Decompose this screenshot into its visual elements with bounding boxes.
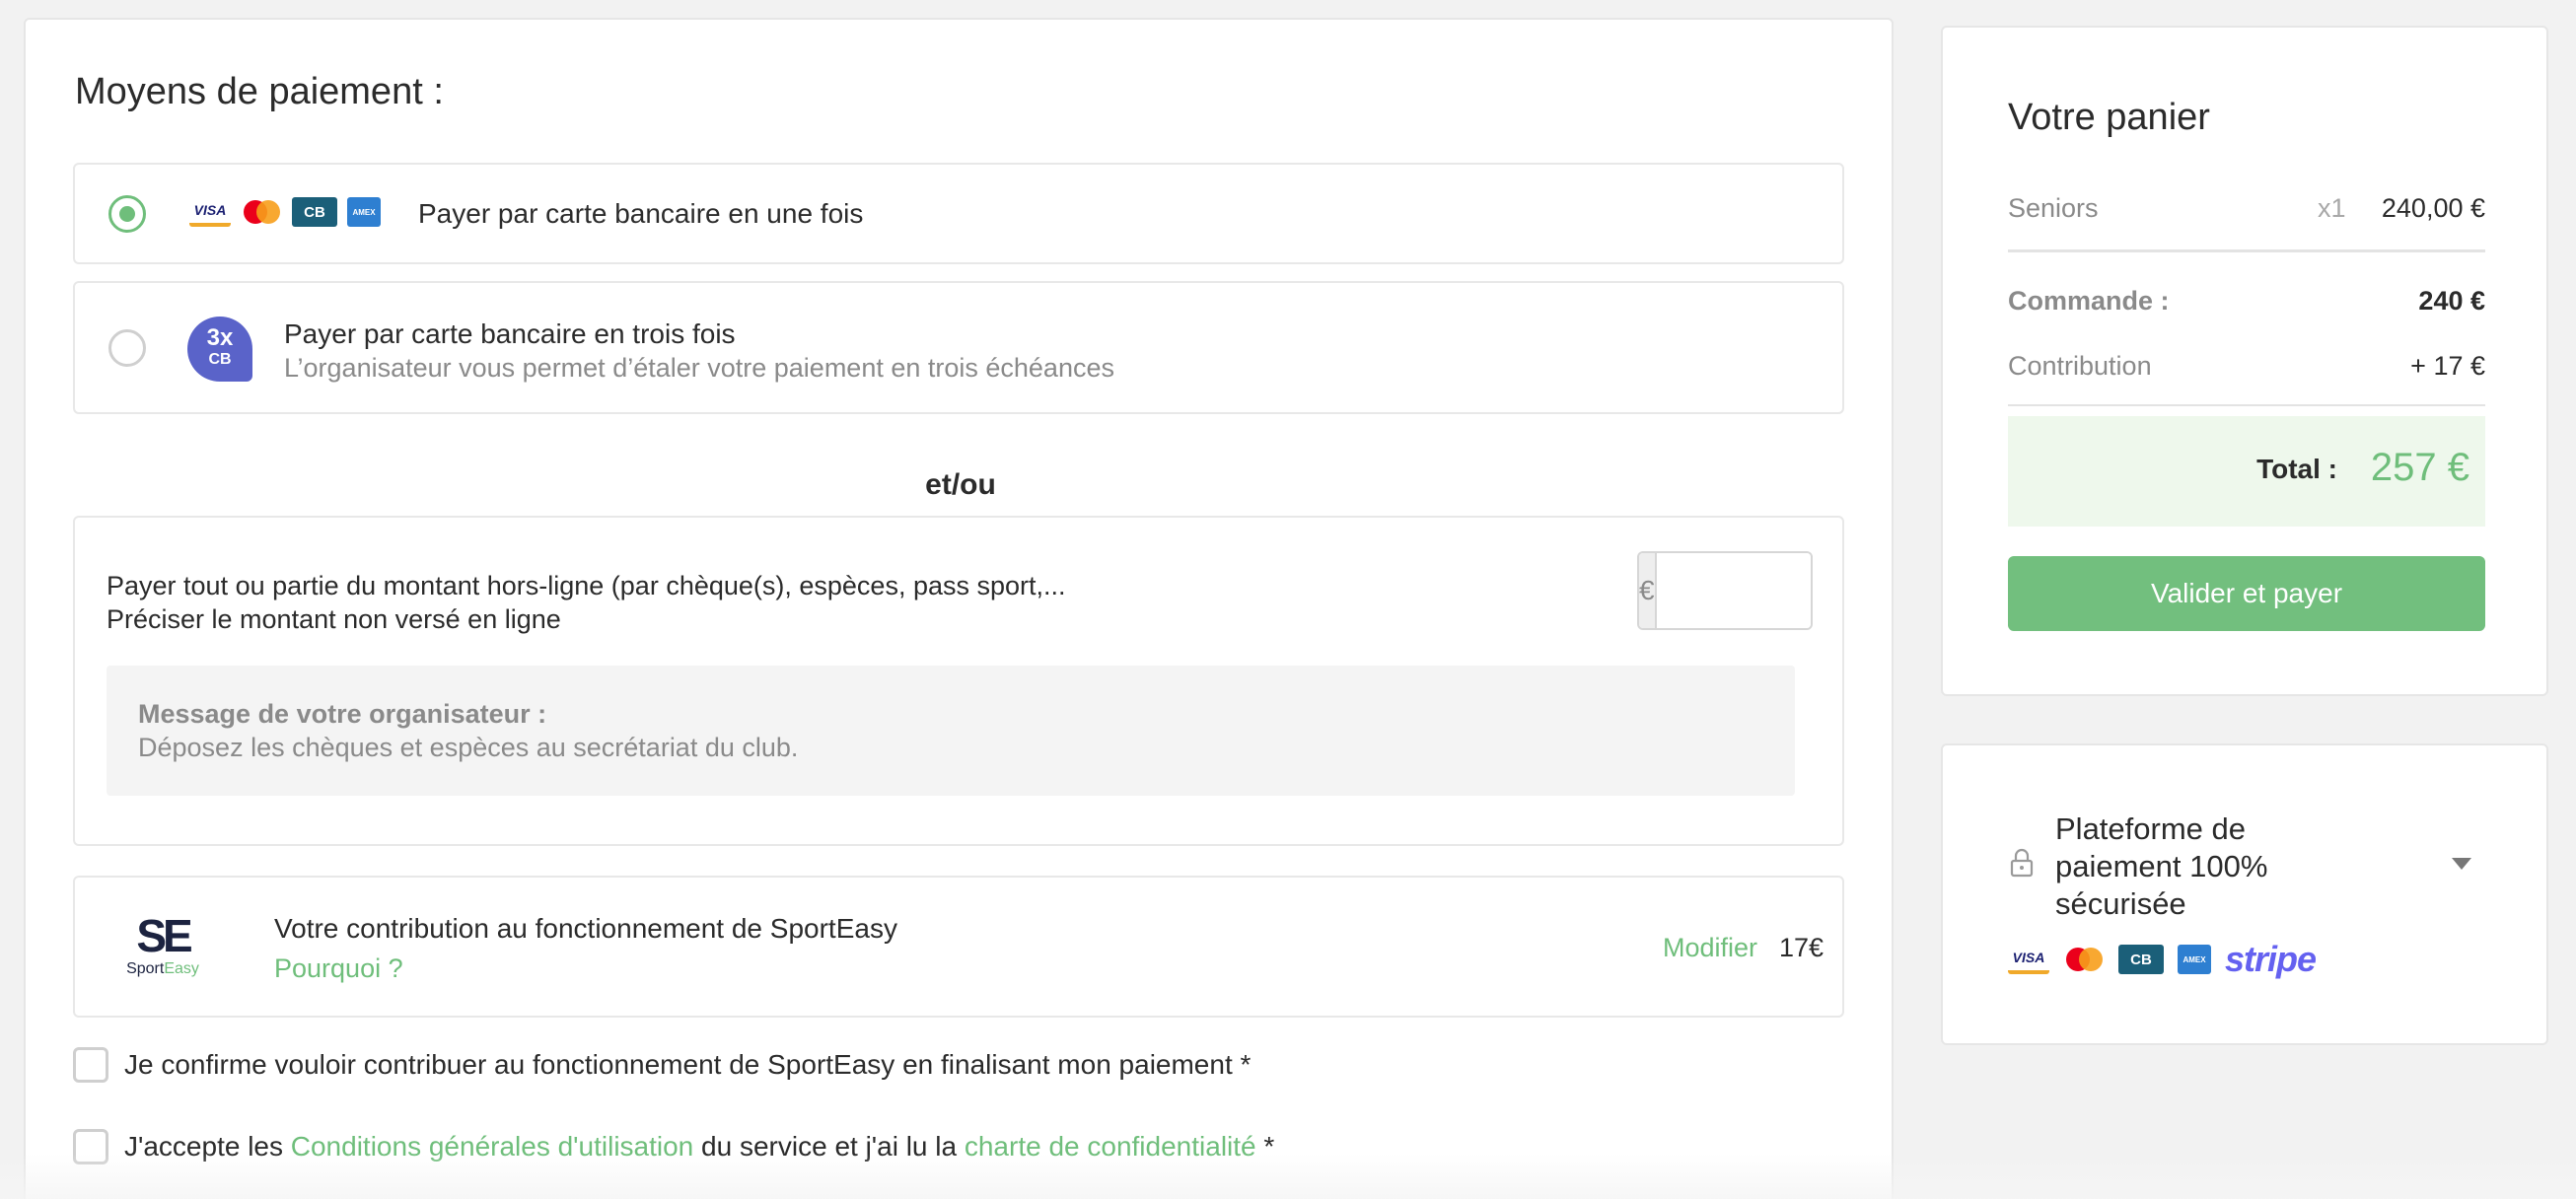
total-value: 257 €: [2370, 446, 2469, 489]
chevron-down-icon[interactable]: [2452, 858, 2471, 870]
badge-3x-top: 3x: [206, 324, 234, 351]
cart-title: Votre panier: [2008, 97, 2210, 138]
offline-payment-box: Payer tout ou partie du montant hors-lig…: [73, 516, 1844, 846]
confirm-contribution-label: Je confirme vouloir contribuer au foncti…: [124, 1049, 1252, 1080]
order-value: 240 €: [2418, 286, 2485, 316]
mastercard-icon: [2063, 945, 2105, 974]
amex-icon: AMEX: [347, 197, 381, 227]
mastercard-icon: [241, 197, 282, 227]
secure-payment-logos: VISA CB AMEX stripe: [2008, 939, 2317, 980]
cart-contribution-row: Contribution + 17 €: [2008, 351, 2485, 406]
payment-option-single-label: Payer par carte bancaire en une fois: [418, 198, 864, 229]
offline-amount-input[interactable]: [1656, 553, 1811, 628]
euro-icon: €: [1639, 553, 1657, 628]
stripe-logo: stripe: [2225, 939, 2317, 979]
organizer-message-title: Message de votre organisateur :: [138, 699, 547, 729]
confirm-contribution-row[interactable]: Je confirme vouloir contribuer au foncti…: [73, 1047, 1251, 1083]
lock-icon: [2010, 848, 2034, 878]
cart-item-row: Seniors x1 240,00 €: [2008, 189, 2485, 252]
confirm-contribution-checkbox[interactable]: [73, 1047, 108, 1083]
payment-methods-title: Moyens de paiement :: [75, 71, 444, 112]
total-label: Total :: [2256, 454, 2337, 484]
cart-item-name: Seniors: [2008, 193, 2099, 223]
order-label: Commande :: [2008, 286, 2170, 316]
and-or-separator: et/ou: [925, 468, 996, 501]
contribution-value: + 17 €: [2410, 351, 2485, 381]
amex-icon: AMEX: [2178, 945, 2211, 974]
offline-payment-line2: Préciser le montant non versé en ligne: [107, 604, 561, 634]
radio-three-times-payment[interactable]: [108, 329, 146, 367]
cb-icon: CB: [2118, 945, 2164, 974]
contribution-title: Votre contribution au fonctionnement de …: [274, 913, 897, 944]
sporteasy-logo: SE SportEasy: [126, 910, 199, 977]
payment-option-single[interactable]: VISA CB AMEX Payer par carte bancaire en…: [73, 163, 1844, 264]
offline-payment-line1: Payer tout ou partie du montant hors-lig…: [107, 571, 1066, 600]
three-times-cb-icon: 3x CB: [187, 317, 252, 382]
organizer-message: Message de votre organisateur : Déposez …: [107, 666, 1795, 796]
payment-methods-card: Moyens de paiement : VISA CB AMEX Payer …: [24, 18, 1894, 1199]
payment-option-three-sublabel: L’organisateur vous permet d’étaler votr…: [284, 353, 1114, 383]
validate-and-pay-button[interactable]: Valider et payer: [2008, 556, 2485, 631]
badge-3x-bottom: CB: [208, 351, 232, 368]
cart-item-qty: x1: [2318, 193, 2346, 223]
radio-single-payment[interactable]: [108, 195, 146, 233]
accept-terms-checkbox[interactable]: [73, 1129, 108, 1164]
card-logos: VISA CB AMEX: [189, 197, 381, 227]
modify-contribution-link[interactable]: Modifier: [1663, 933, 1757, 963]
offline-amount-field[interactable]: €: [1637, 551, 1813, 630]
accept-terms-row[interactable]: J'accepte les Conditions générales d'uti…: [73, 1129, 1274, 1164]
visa-icon: VISA: [189, 197, 231, 227]
sporteasy-contribution-box: SE SportEasy Votre contribution au fonct…: [73, 876, 1844, 1018]
visa-icon: VISA: [2008, 945, 2049, 974]
contribution-label: Contribution: [2008, 351, 2152, 381]
cart-total: Total : 257 €: [2008, 416, 2485, 527]
privacy-charter-link[interactable]: charte de confidentialité: [965, 1131, 1256, 1162]
cart-item-price: 240,00 €: [2381, 193, 2485, 223]
accept-terms-label: J'accepte les Conditions générales d'uti…: [124, 1131, 1275, 1162]
contribution-amount: 17€: [1779, 933, 1825, 962]
organizer-message-text: Déposez les chèques et espèces au secrét…: [138, 733, 799, 762]
payment-option-three-times[interactable]: 3x CB Payer par carte bancaire en trois …: [73, 281, 1844, 414]
cart-card: Votre panier Seniors x1 240,00 € Command…: [1941, 26, 2548, 696]
payment-option-three-label: Payer par carte bancaire en trois fois: [284, 318, 736, 349]
cgu-link[interactable]: Conditions générales d'utilisation: [291, 1131, 694, 1162]
secure-platform-card[interactable]: Plateforme de paiement 100% sécurisée VI…: [1941, 743, 2548, 1045]
secure-platform-title: Plateforme de paiement 100% sécurisée: [2055, 811, 2268, 921]
cb-icon: CB: [292, 197, 337, 227]
why-link[interactable]: Pourquoi ?: [274, 953, 403, 984]
